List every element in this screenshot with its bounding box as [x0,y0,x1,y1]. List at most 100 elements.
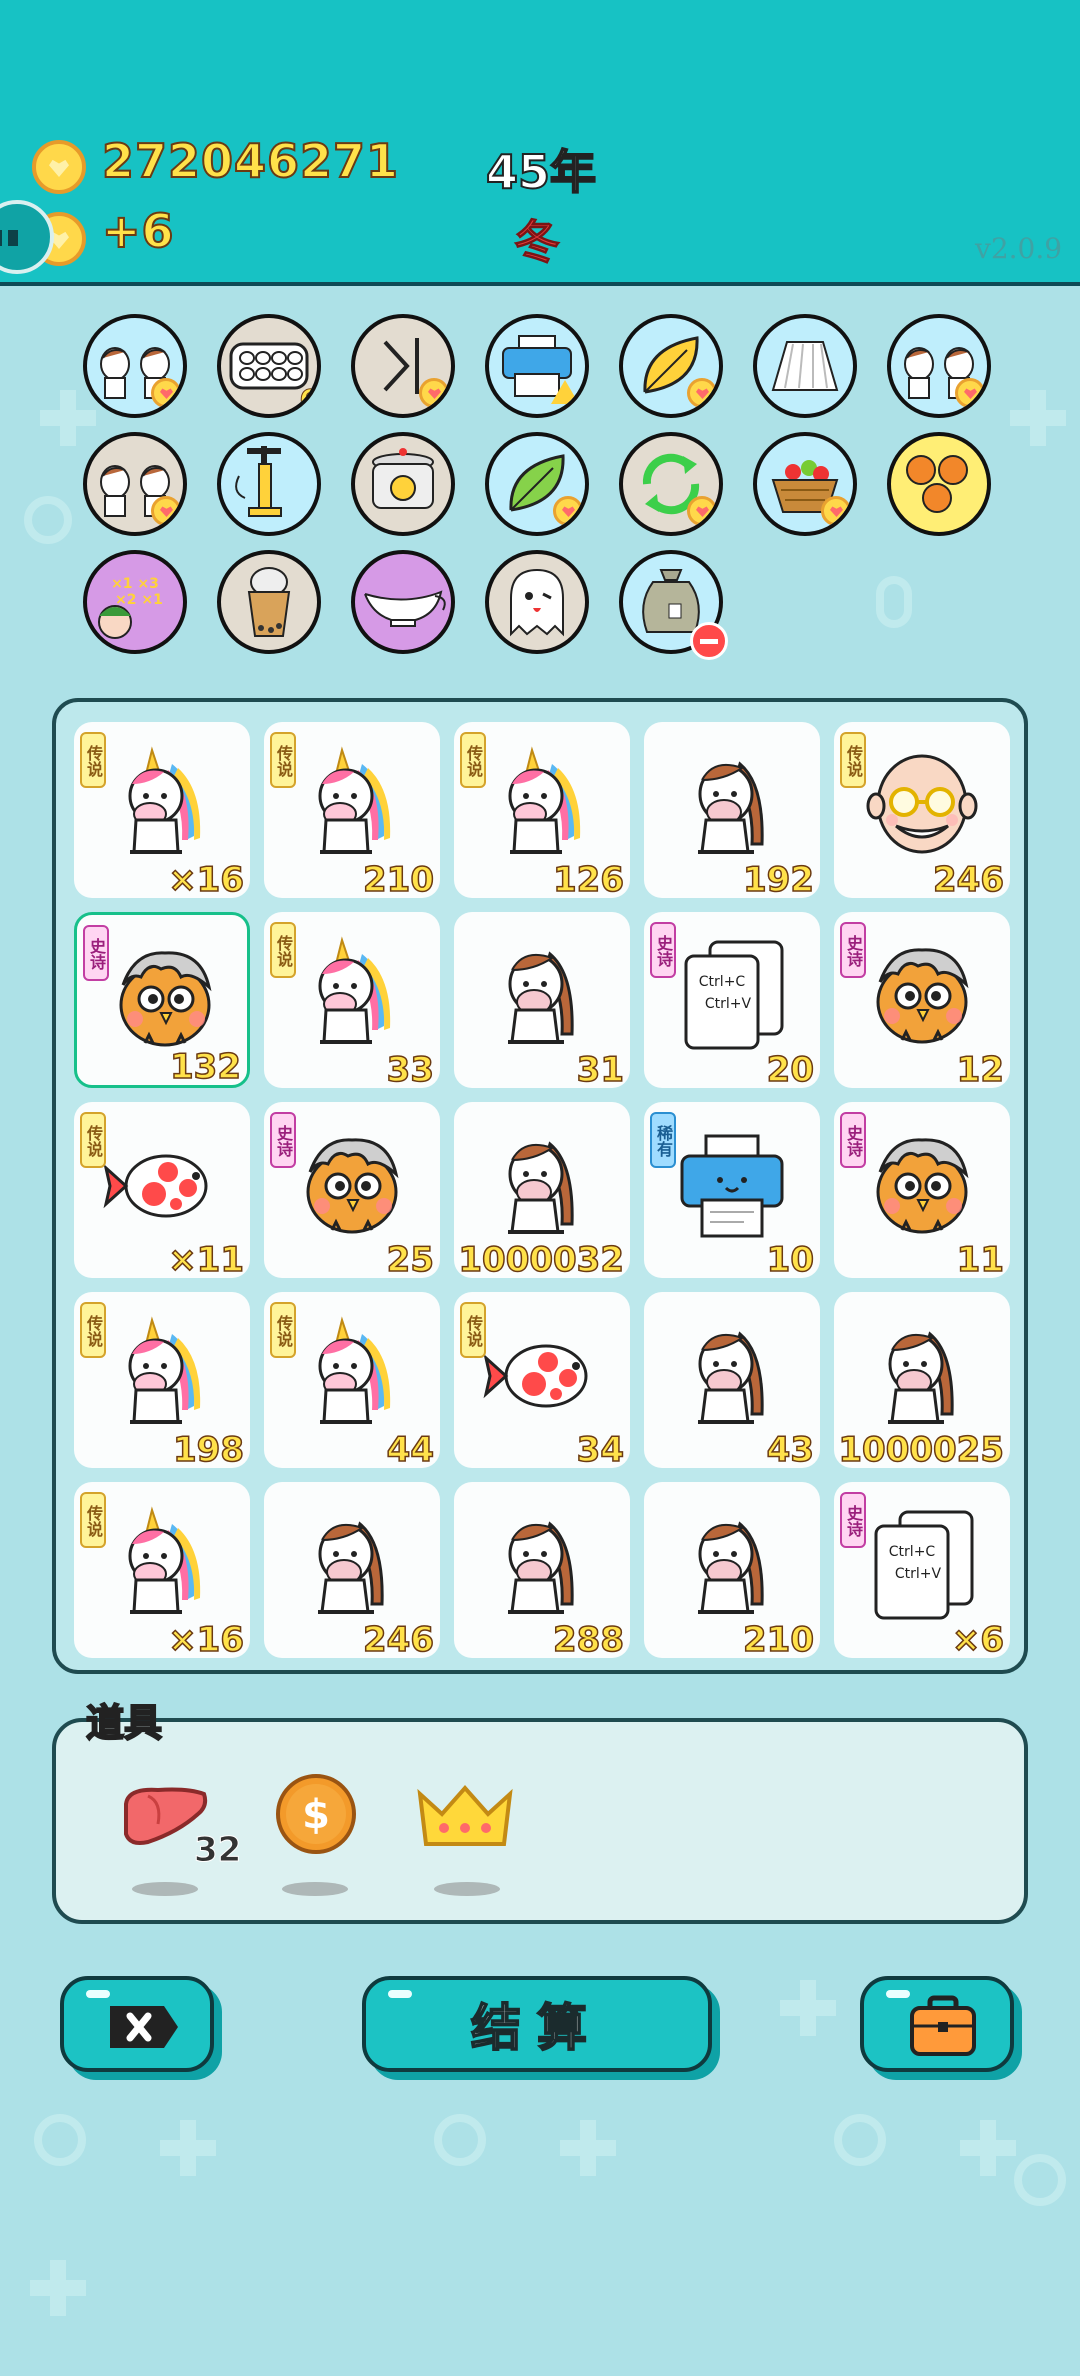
dollar-coin-icon[interactable]: $ [274,1772,358,1856]
heart-badge-icon [821,496,851,526]
crown-icon[interactable] [414,1784,516,1850]
cell-count: 198 [172,1429,244,1471]
unicorn-icon [128,746,201,854]
heart-badge-icon [419,378,449,408]
cow-icon [508,1141,574,1234]
bird-icon [876,948,969,1044]
printer-icon[interactable] [485,314,589,418]
air-pump-icon[interactable] [217,432,321,536]
ghost-icon[interactable] [485,550,589,654]
remove-badge-icon[interactable] [690,622,728,660]
item-shadow [434,1882,500,1896]
count-badge: 6 [299,383,319,416]
green-leaf-icon[interactable] [485,432,589,536]
board-cell-cow[interactable]: 1000025 [834,1292,1010,1471]
svg-text:Ctrl+V: Ctrl+V [895,1566,942,1582]
unicorn-icon [318,936,391,1044]
board-cell-unicorn[interactable]: 传说 44 [264,1292,440,1471]
unicorn-icon [128,1316,201,1424]
heart-badge-icon [151,378,181,408]
cow-pair-icon[interactable] [887,314,991,418]
exit-button[interactable] [60,1976,214,2072]
board-cell-bird[interactable]: 史诗 132 [74,912,250,1088]
heart-badge-icon [687,496,717,526]
board-cell-unicorn[interactable]: 传说 ×16 [74,1482,250,1661]
button-shine [86,1990,110,1998]
board-cell-unicorn[interactable]: 传说 ×16 [74,722,250,901]
board-cell-printer[interactable]: 稀有 10 [644,1102,820,1281]
svg-text:Ctrl+C: Ctrl+C [699,974,746,990]
cell-count: 132 [169,1046,241,1088]
cow-pair-icon[interactable] [83,432,187,536]
heart-badge-icon [955,378,985,408]
bag-button[interactable] [860,1976,1014,2072]
egg-tray-icon[interactable]: 6 [217,314,321,418]
board-cell-cow[interactable]: 31 [454,912,630,1091]
rarity-tag: 传说 [460,732,486,788]
cow-icon [318,1521,384,1614]
coin-total: 272046271 [101,133,400,189]
duck-pot-icon[interactable] [351,432,455,536]
item-shadow [132,1882,198,1896]
slot-board: 传说 ×16 传说 210 传说 126 192 传说 246 史诗 132 传… [52,698,1028,1674]
cell-count: 1000032 [458,1239,625,1281]
board-cell-cow[interactable]: 288 [454,1482,630,1661]
yellow-leaf-icon[interactable] [619,314,723,418]
basketballs-icon[interactable] [887,432,991,536]
liver-count: 32 [193,1830,242,1871]
cow-icon [698,1521,764,1614]
board-cell-grandpa[interactable]: 传说 246 [834,722,1010,901]
cell-count: 20 [766,1049,815,1091]
ghost-icon-glyph [489,554,585,650]
recycle-arrows-icon[interactable] [619,432,723,536]
svg-text:×1 ×3: ×1 ×3 [111,576,159,592]
gravy-boat-icon-glyph [355,554,451,650]
skip-arrow-icon[interactable] [351,314,455,418]
multiplier-grandpa-icon[interactable]: ×1 ×3 ×2 ×1 [83,550,187,654]
unicorn-icon [318,746,391,854]
season-label: 冬 [514,215,561,270]
skirt-icon[interactable] [753,314,857,418]
fruit-basket-icon[interactable] [753,432,857,536]
rarity-tag: 传说 [460,1302,486,1358]
board-cell-cow[interactable]: 1000032 [454,1102,630,1281]
cell-count: 246 [362,1619,434,1661]
unicorn-icon [508,746,581,854]
board-cell-unicorn[interactable]: 传说 33 [264,912,440,1091]
board-cell-unicorn[interactable]: 传说 126 [454,722,630,901]
rarity-tag: 稀有 [650,1112,676,1168]
basketballs-icon-glyph [891,436,987,532]
settle-button[interactable]: 结算 [362,1976,712,2072]
button-shine [886,1990,910,1998]
board-cell-fish[interactable]: 传说 34 [454,1292,630,1471]
exit-icon [110,2006,178,2048]
board-cell-unicorn[interactable]: 传说 198 [74,1292,250,1471]
cell-count: 43 [766,1429,815,1471]
board-cell-cow[interactable]: 43 [644,1292,820,1471]
cow-pair-icon[interactable] [83,314,187,418]
settle-button-label: 结算 [470,1998,603,2058]
board-cell-ctrl[interactable]: Ctrl+C Ctrl+V 史诗 ×6 [834,1482,1010,1661]
rarity-tag: 史诗 [840,922,866,978]
cell-count: 1000025 [838,1429,1005,1471]
cell-count: 246 [932,859,1004,901]
briefcase-icon [910,1995,976,2056]
rarity-tag: 传说 [80,1302,106,1358]
board-cell-fish[interactable]: 传说 ×11 [74,1102,250,1281]
board-cell-bird[interactable]: 史诗 11 [834,1102,1010,1281]
cell-count: ×11 [167,1239,244,1281]
board-cell-unicorn[interactable]: 传说 210 [264,722,440,901]
cell-count: ×6 [951,1619,1005,1661]
rarity-tag: 史诗 [840,1112,866,1168]
cell-count: 210 [362,859,434,901]
cell-count: 44 [386,1429,435,1471]
board-cell-ctrl[interactable]: Ctrl+C Ctrl+V 史诗 20 [644,912,820,1091]
board-cell-cow[interactable]: 192 [644,722,820,901]
bubble-tea-icon[interactable] [217,550,321,654]
board-cell-cow[interactable]: 246 [264,1482,440,1661]
board-cell-bird[interactable]: 史诗 12 [834,912,1010,1091]
gravy-boat-icon[interactable] [351,550,455,654]
coin-delta: +6 [101,203,175,259]
board-cell-bird[interactable]: 史诗 25 [264,1102,440,1281]
board-cell-cow[interactable]: 210 [644,1482,820,1661]
